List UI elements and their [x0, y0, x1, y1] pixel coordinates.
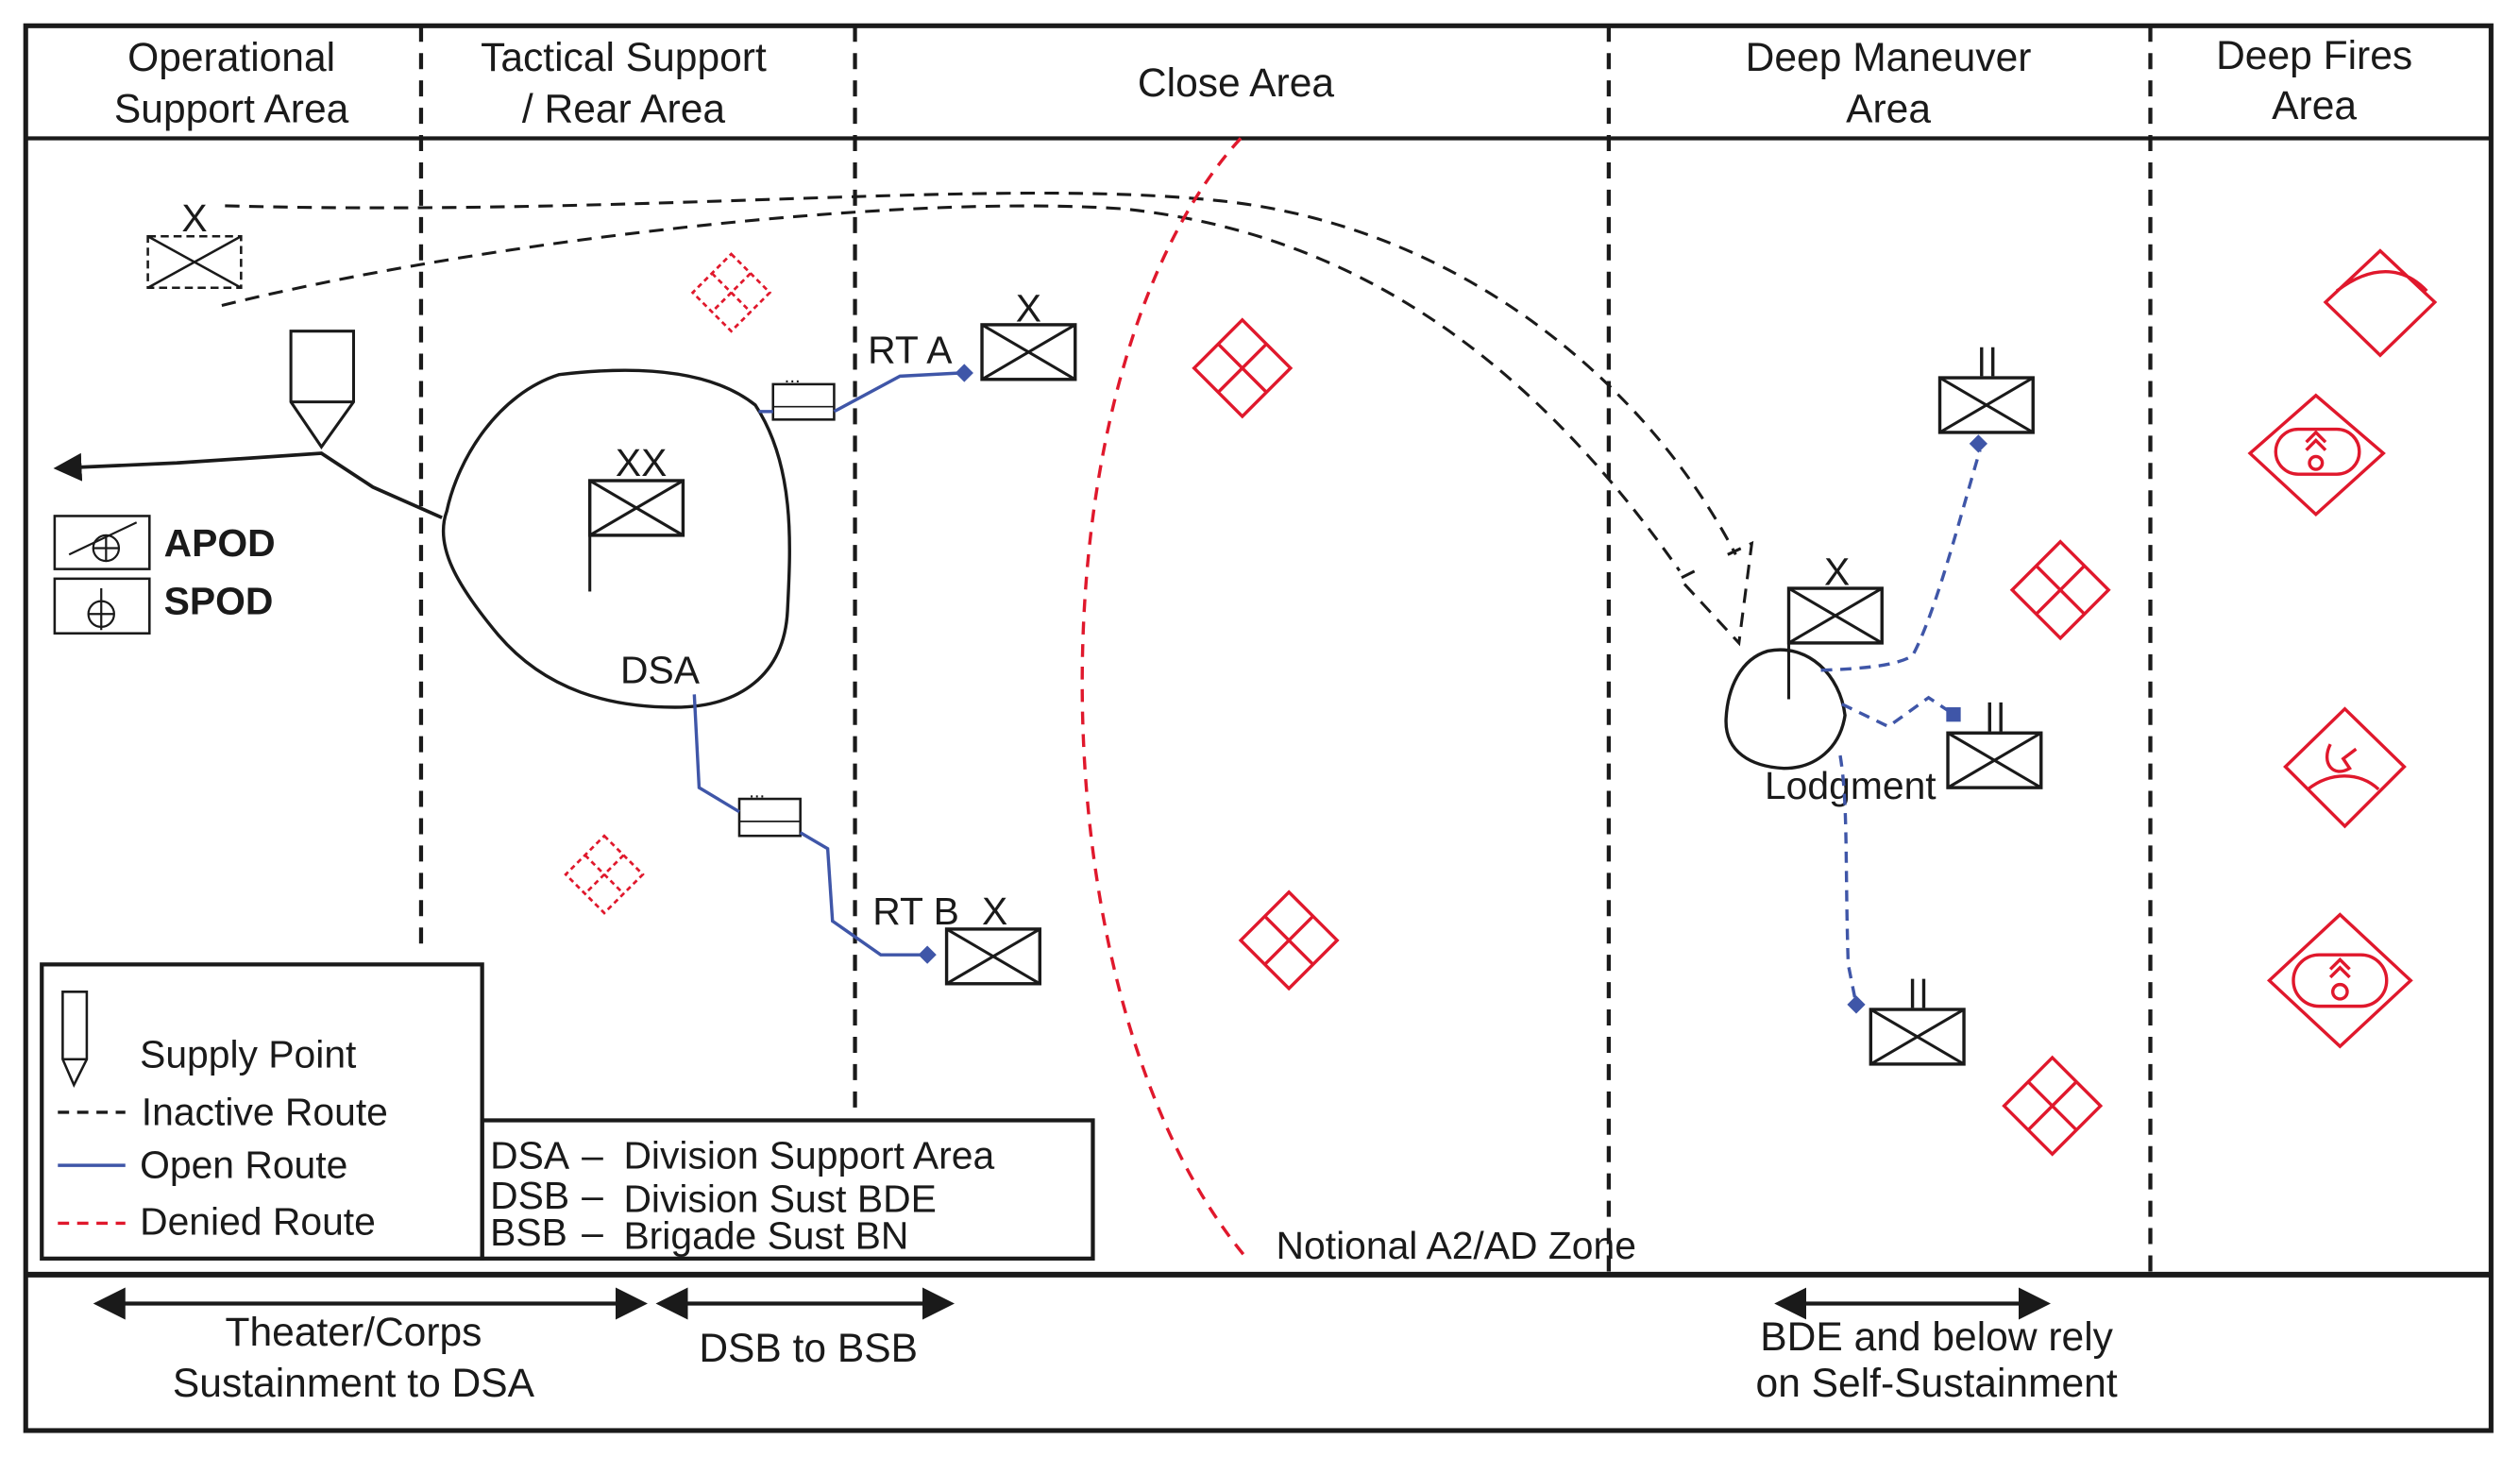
battalion-unit: [1946, 702, 2043, 789]
dsb-node-lower-icon: ...: [737, 781, 802, 838]
rt-a-label: RT A: [868, 329, 953, 372]
header-tactical-support-area: Tactical Support / Rear Area: [481, 35, 767, 131]
dsa-label: DSA: [620, 648, 701, 691]
svg-text:Division Support Area: Division Support Area: [623, 1134, 994, 1178]
division-unit: XX: [587, 441, 685, 592]
svg-text:Denied Route: Denied Route: [140, 1199, 376, 1243]
brigade-unit-rt-b: X: [944, 889, 1042, 986]
svg-text:Area: Area: [2272, 83, 2357, 128]
svg-text:Inactive Route: Inactive Route: [142, 1091, 388, 1134]
svg-text:Open Route: Open Route: [140, 1144, 347, 1187]
header-deep-maneuver-area: Deep Maneuver Area: [1746, 35, 2032, 131]
svg-text:–: –: [582, 1134, 603, 1178]
missile-threat-icon: [2247, 393, 2386, 517]
theater-span-label: Theater/Corps: [226, 1310, 482, 1355]
bde-span-label-2: on Self-Sustainment: [1756, 1361, 2118, 1406]
theater-brigade-unit: X: [146, 196, 243, 290]
air-defense-threat-icon: [2002, 1056, 2103, 1156]
header-close-area: Close Area: [1138, 60, 1334, 106]
sustainment-diagram: Operational Support Area Tactical Suppor…: [23, 23, 2494, 1433]
lodgment-label: Lodgment: [1765, 764, 1937, 807]
battalion-unit: [1937, 347, 2035, 434]
air-defense-threat-icon: [2010, 539, 2110, 640]
header-deep-fires-area: Deep Fires Area: [2216, 33, 2412, 128]
battalion-unit: [1869, 978, 1966, 1066]
svg-text:...: ...: [749, 781, 765, 802]
air-defense-threat-icon: [564, 834, 645, 915]
svg-text:Operational: Operational: [127, 35, 335, 80]
dsb-node-upper-icon: ...: [771, 366, 836, 421]
air-defense-threat-icon: [691, 252, 771, 333]
missile-threat-icon: [2266, 912, 2413, 1049]
spod-label: SPOD: [164, 579, 274, 622]
svg-text:Support Area: Support Area: [114, 86, 349, 131]
svg-text:–: –: [582, 1211, 603, 1254]
svg-text:Tactical Support: Tactical Support: [481, 35, 767, 80]
spod-icon: [53, 577, 151, 635]
route-endpoint-icon: [918, 945, 937, 964]
svg-text:X: X: [1824, 551, 1850, 594]
dsa-boundary: [441, 368, 791, 709]
svg-text:X: X: [1016, 286, 1041, 330]
electronic-warfare-threat-icon: [2283, 706, 2407, 829]
svg-text:Deep Maneuver: Deep Maneuver: [1746, 35, 2032, 80]
inactive-route: [221, 191, 1754, 647]
route-endpoint-icon: [955, 364, 973, 382]
svg-text:Brigade Sust BN: Brigade Sust BN: [623, 1214, 908, 1258]
svg-text:Deep Fires: Deep Fires: [2216, 33, 2412, 78]
supply-point-icon: [289, 330, 356, 449]
open-route-lodgment: [1820, 449, 1982, 1006]
svg-text:DSA: DSA: [490, 1134, 570, 1178]
radar-threat-icon: [2323, 248, 2438, 358]
brigade-unit-lodgment: X: [1786, 551, 1884, 700]
header-operational-support-area: Operational Support Area: [114, 35, 349, 131]
rt-b-label: RT B: [872, 889, 959, 933]
svg-text:...: ...: [785, 366, 801, 387]
brigade-unit-rt-a: X: [980, 286, 1077, 381]
route-endpoint-icon: [1847, 995, 1866, 1014]
lodgment-boundary: [1724, 648, 1847, 771]
a2ad-zone-label: Notional A2/AD Zone: [1277, 1224, 1636, 1267]
svg-text:/ Rear Area: / Rear Area: [522, 86, 726, 131]
svg-text:Supply Point: Supply Point: [140, 1032, 357, 1076]
route-endpoint-icon: [1969, 434, 1987, 453]
svg-text:BSB: BSB: [490, 1211, 567, 1254]
legend: Supply Point Inactive Route Open Route D…: [40, 962, 484, 1261]
route-endpoint-icon: [1946, 707, 1961, 722]
abbreviation-key: DSA – Division Support Area DSB – Division S…: [480, 1118, 1095, 1261]
theater-loc-route: [53, 451, 443, 519]
svg-text:X: X: [982, 889, 1007, 933]
bde-span-label: BDE and below rely: [1760, 1314, 2113, 1360]
dsb-bsb-span-label: DSB to BSB: [699, 1326, 918, 1371]
apod-label: APOD: [164, 521, 276, 565]
svg-text:X: X: [181, 196, 207, 240]
svg-text:Area: Area: [1846, 86, 1931, 131]
svg-text:XX: XX: [616, 441, 668, 484]
apod-icon: [53, 515, 151, 570]
air-defense-threat-icon: [1192, 318, 1293, 418]
air-defense-threat-icon: [1239, 890, 1339, 991]
supply-point-icon: [61, 991, 89, 1089]
a2ad-zone-boundary: [1080, 137, 1247, 1259]
theater-span-label-2: Sustainment to DSA: [173, 1361, 535, 1406]
